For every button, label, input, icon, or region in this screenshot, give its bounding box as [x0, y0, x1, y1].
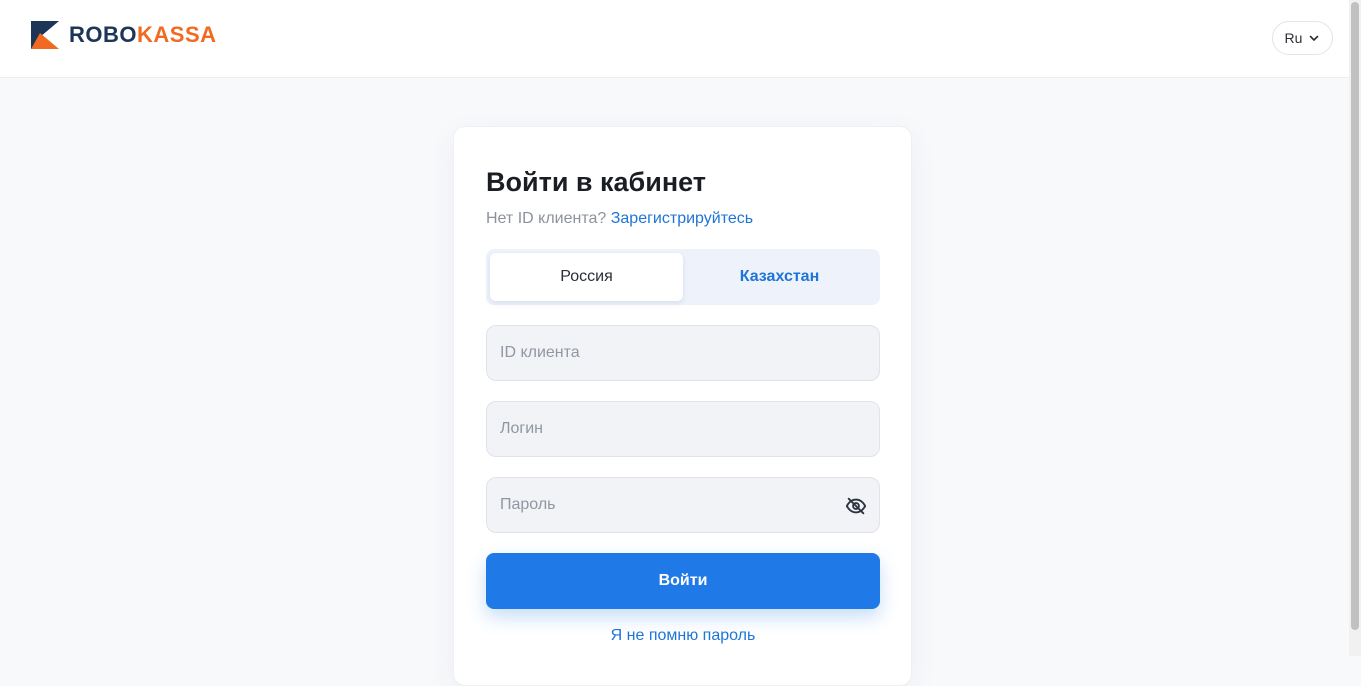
password-field-wrapper [486, 477, 880, 533]
forgot-password-link[interactable]: Я не помню пароль [486, 627, 880, 645]
tab-kazakhstan[interactable]: Казахстан [683, 253, 876, 301]
password-input[interactable] [487, 478, 879, 532]
page-title: Войти в кабинет [486, 167, 707, 197]
page-scrollbar[interactable] [1349, 0, 1361, 656]
register-prompt: Нет ID клиента? Зарегистрируйтесь [486, 210, 753, 228]
logo-text-kassa: KASSA [137, 22, 217, 47]
logo-text: ROBOKASSA [69, 21, 217, 49]
login-submit-button[interactable]: Войти [486, 553, 880, 609]
login-input[interactable] [487, 402, 879, 456]
language-selected-value: Ru [1284, 30, 1303, 46]
no-id-text: Нет ID клиента? [486, 210, 607, 227]
language-select[interactable]: Ru [1272, 21, 1333, 55]
tab-russia[interactable]: Россия [490, 253, 683, 301]
country-tabs: Россия Казахстан [486, 249, 880, 305]
top-header: ROBOKASSA Ru [0, 0, 1349, 78]
login-field-wrapper [486, 401, 880, 457]
logo-text-robo: ROBO [69, 22, 137, 47]
login-card: Войти в кабинет Нет ID клиента? Зарегист… [453, 126, 912, 686]
register-link[interactable]: Зарегистрируйтесь [611, 210, 753, 227]
scrollbar-thumb[interactable] [1351, 2, 1359, 630]
robokassa-logo-mark-icon [31, 21, 59, 49]
robokassa-logo[interactable]: ROBOKASSA [31, 21, 217, 49]
chevron-down-icon [1310, 35, 1319, 41]
client-id-field-wrapper [486, 325, 880, 381]
eye-off-icon[interactable] [845, 495, 867, 517]
client-id-input[interactable] [487, 326, 879, 380]
